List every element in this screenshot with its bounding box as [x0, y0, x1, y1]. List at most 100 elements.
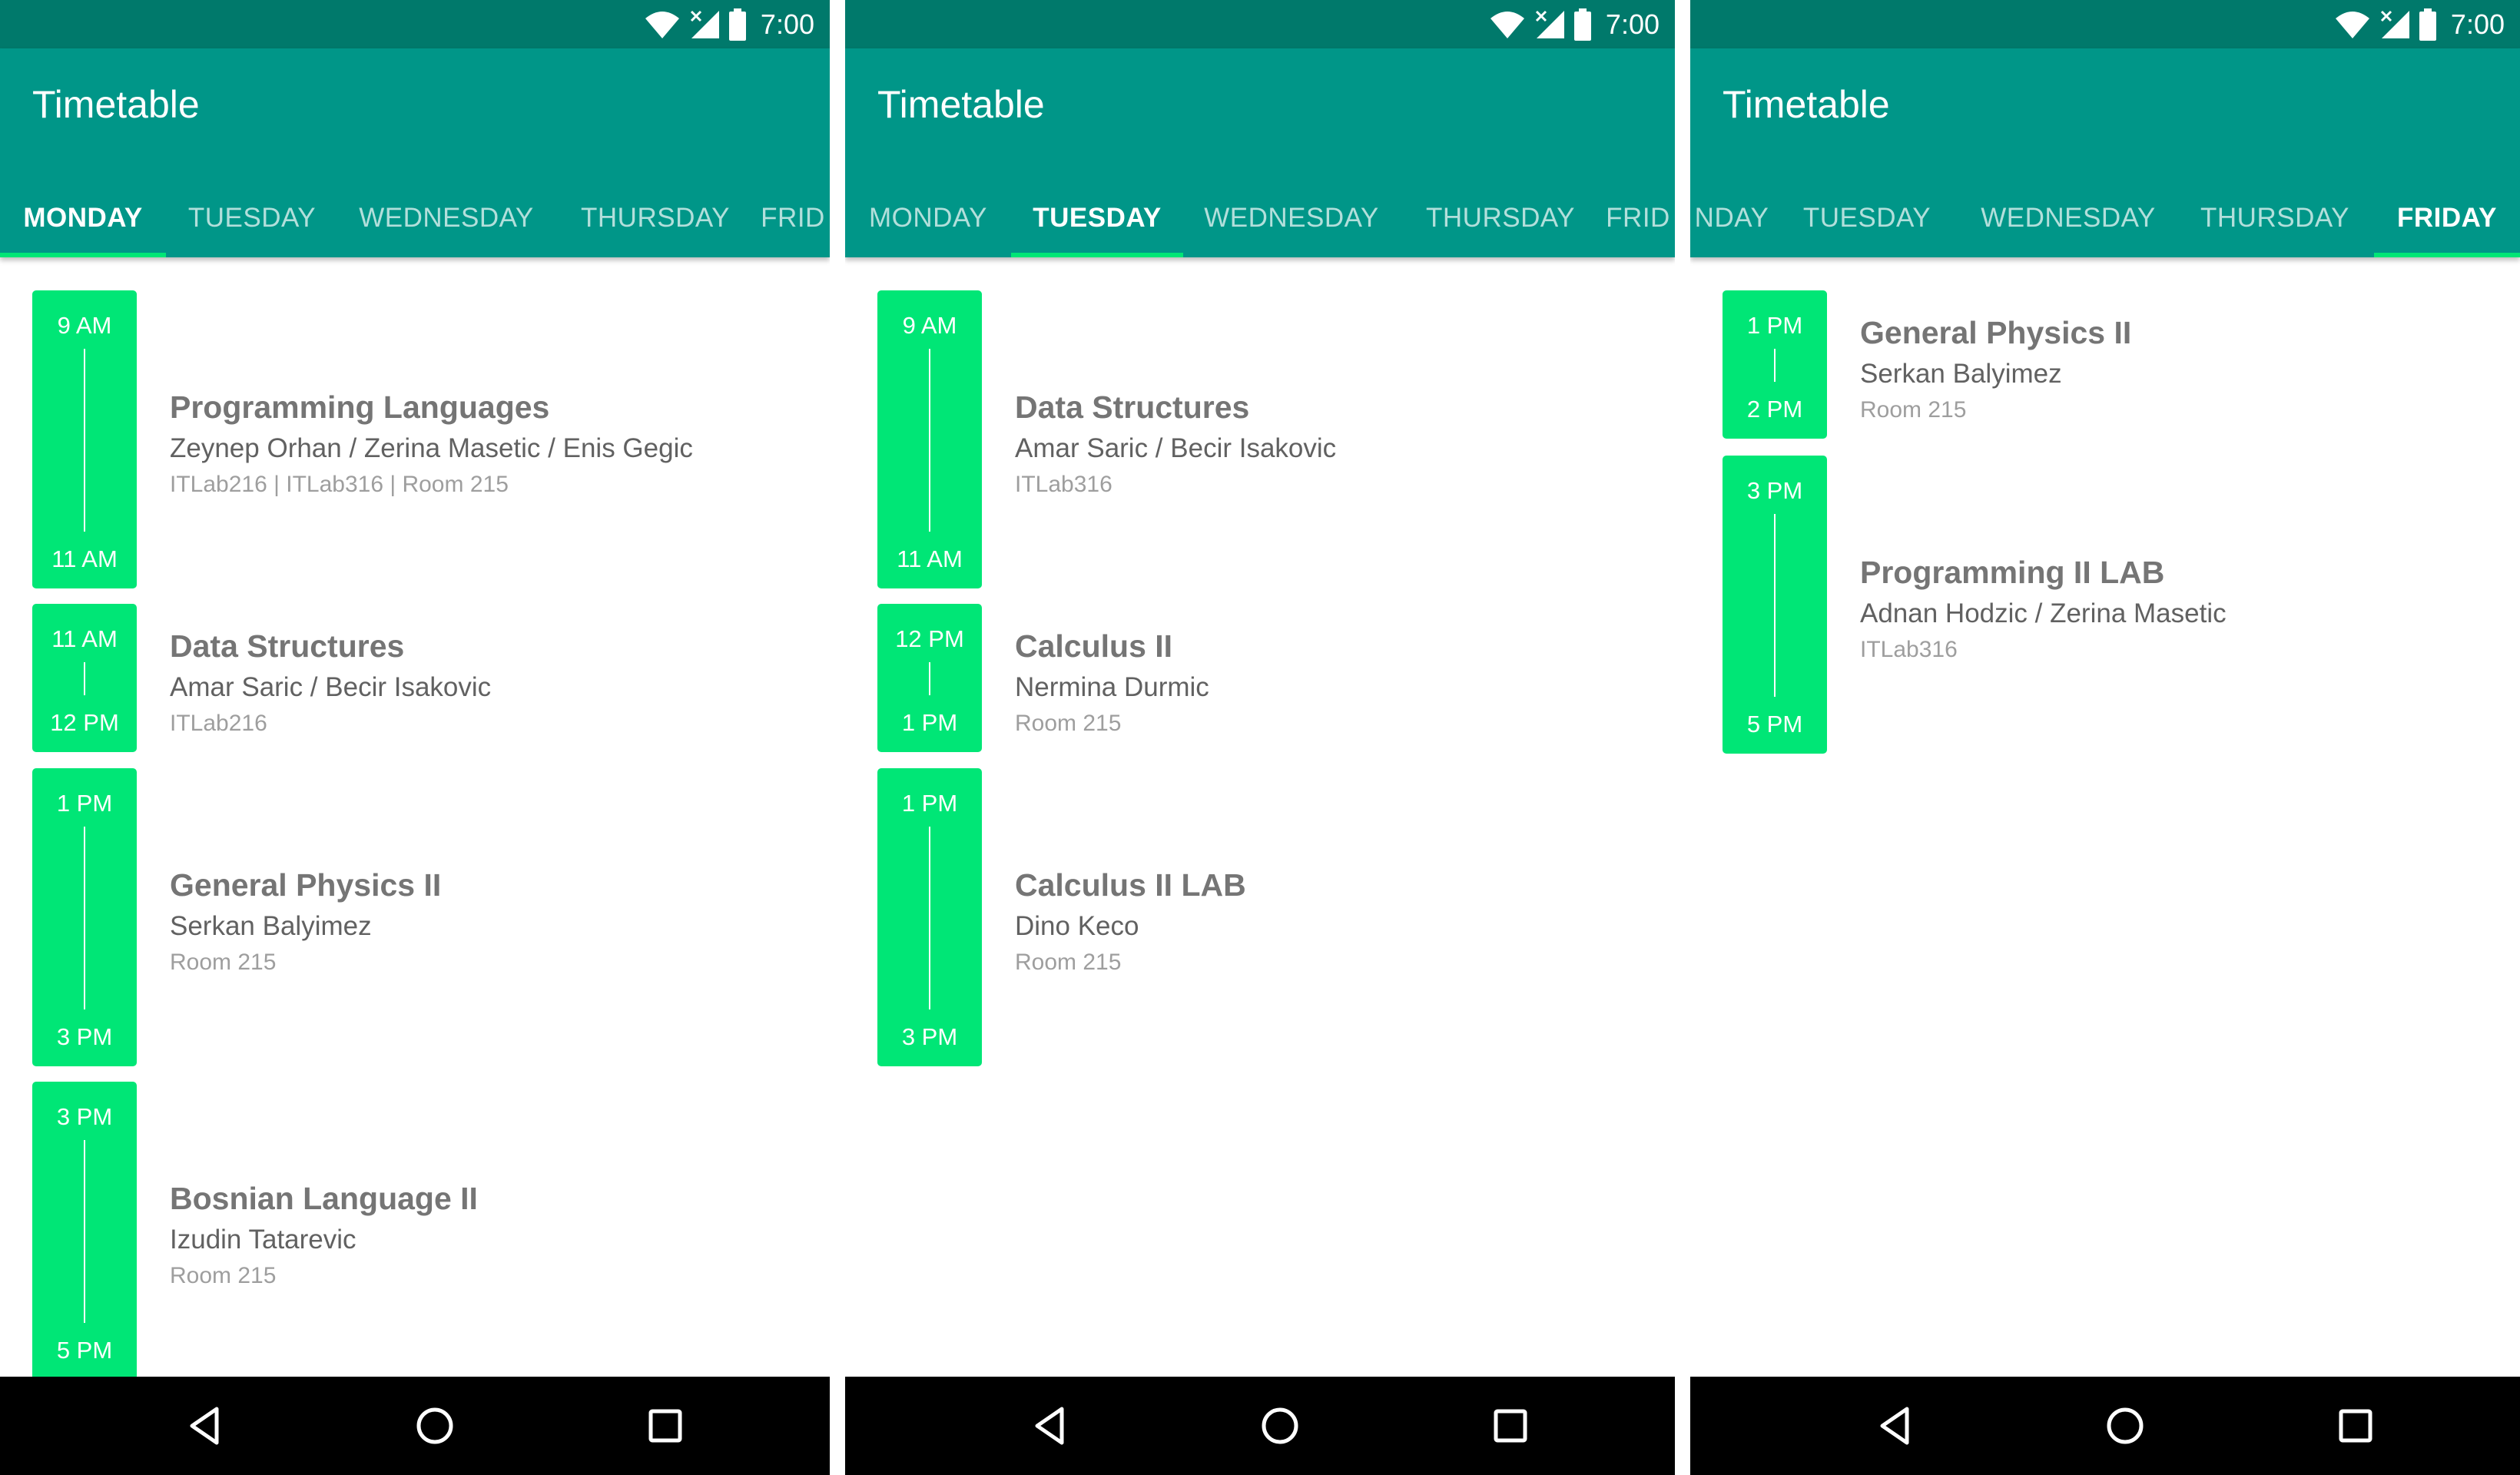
end-time: 11 AM: [897, 545, 963, 572]
lesson-room: Room 215: [1015, 710, 1122, 736]
lesson-item[interactable]: 9 AM 11 AM Data Structures Amar Saric / Bec…: [845, 290, 1675, 588]
phone-screen: 7:00 Timetable NDAY TUESDAY WEDNESDAY THURSDA…: [1690, 0, 2520, 1475]
screen-divider: [830, 0, 845, 1475]
tab-wednesday[interactable]: WEDNESDAY: [338, 179, 555, 257]
time-connector-line: [929, 662, 930, 695]
lesson-room: ITLab216: [170, 710, 267, 736]
back-icon[interactable]: [1876, 1405, 1913, 1447]
wifi-icon: [2335, 11, 2369, 38]
status-time: 7:00: [760, 8, 814, 40]
tab-tuesday[interactable]: TUESDAY: [1011, 179, 1183, 257]
time-range-block: 3 PM 5 PM: [32, 1082, 137, 1377]
recents-icon[interactable]: [2337, 1407, 2374, 1444]
start-time: 11 AM: [51, 625, 118, 652]
home-button[interactable]: [412, 1403, 458, 1449]
tab-tuesday[interactable]: TUESDAY: [1773, 179, 1961, 257]
tab-wednesday[interactable]: WEDNESDAY: [1183, 179, 1400, 257]
end-time: 3 PM: [56, 1023, 113, 1050]
tab-monday[interactable]: MONDAY: [845, 179, 1011, 257]
lesson-teachers: Adnan Hodzic / Zerina Masetic: [1860, 598, 2227, 628]
start-time: 1 PM: [56, 790, 113, 817]
tab-thursday[interactable]: THURSDAY: [2176, 179, 2374, 257]
lesson-teachers: Dino Keco: [1015, 911, 1139, 941]
back-icon[interactable]: [1031, 1405, 1068, 1447]
lesson-subject: General Physics II: [1860, 314, 2132, 350]
home-icon[interactable]: [2104, 1405, 2146, 1447]
lesson-room: Room 215: [1015, 950, 1122, 975]
lesson-item[interactable]: 3 PM 5 PM Programming II LAB Adnan Hodzic /…: [1690, 456, 2520, 754]
back-button[interactable]: [1026, 1403, 1073, 1449]
status-icons: 7:00: [1489, 0, 1660, 48]
back-button[interactable]: [181, 1403, 227, 1449]
time-range-block: 1 PM 2 PM: [1723, 290, 1827, 439]
tab-friday[interactable]: FRIDAY: [2374, 179, 2520, 257]
recents-button[interactable]: [1487, 1403, 1534, 1449]
lesson-subject: General Physics II: [170, 867, 442, 903]
lesson-info: Data Structures Amar Saric / Becir Isakov…: [170, 628, 491, 737]
lesson-room: ITLab316: [1015, 472, 1112, 497]
lesson-subject: Data Structures: [1015, 389, 1250, 425]
lesson-item[interactable]: 9 AM 11 AM Programming Languages Zeynep Orh…: [0, 290, 830, 588]
lesson-subject: Data Structures: [170, 628, 405, 664]
lesson-subject: Programming Languages: [170, 389, 550, 425]
start-time: 3 PM: [56, 1103, 113, 1130]
lesson-info: Calculus II Nermina Durmic Room 215: [1015, 628, 1209, 737]
app-bar: Timetable NDAY TUESDAY WEDNESDAY THURSDAY FRI…: [1690, 48, 2520, 257]
recents-icon[interactable]: [647, 1407, 684, 1444]
lesson-item[interactable]: 11 AM 12 PM Data Structures Amar Saric / Be…: [0, 604, 830, 752]
tab-thursday[interactable]: THURSDAY: [555, 179, 756, 257]
phone-screen: 7:00 Timetable MONDAY TUESDAY WEDNESDAY THURS…: [0, 0, 830, 1475]
navigation-bar: [0, 1377, 830, 1475]
lesson-item[interactable]: 12 PM 1 PM Calculus II Nermina Durmic Room 2…: [845, 604, 1675, 752]
lesson-item[interactable]: 1 PM 3 PM General Physics II Serkan Balyime…: [0, 768, 830, 1066]
time-range-block: 11 AM 12 PM: [32, 604, 137, 752]
lesson-room: Room 215: [170, 950, 277, 975]
home-button[interactable]: [1257, 1403, 1303, 1449]
tab-nday[interactable]: NDAY: [1690, 179, 1773, 257]
wifi-icon: [1490, 11, 1524, 38]
recents-icon[interactable]: [1492, 1407, 1529, 1444]
tab-wednesday[interactable]: WEDNESDAY: [1961, 179, 2176, 257]
start-time: 12 PM: [895, 625, 964, 652]
time-connector-line: [84, 349, 85, 532]
start-time: 3 PM: [1746, 477, 1803, 504]
lesson-subject: Bosnian Language II: [170, 1181, 478, 1216]
end-time: 3 PM: [901, 1023, 958, 1050]
time-range-block: 12 PM 1 PM: [877, 604, 982, 752]
start-time: 9 AM: [57, 312, 112, 339]
active-tab-indicator: [0, 253, 166, 257]
lesson-list: 1 PM 2 PM General Physics II Serkan Balyime…: [1690, 257, 2520, 1377]
battery-icon: [2419, 8, 2436, 41]
lesson-info: Programming Languages Zeynep Orhan / Zeri…: [170, 389, 693, 498]
start-time: 1 PM: [1746, 312, 1803, 339]
end-time: 2 PM: [1746, 396, 1803, 423]
recents-button[interactable]: [2333, 1403, 2379, 1449]
time-connector-line: [929, 349, 930, 532]
lesson-item[interactable]: 1 PM 3 PM Calculus II LAB Dino Keco Room 215: [845, 768, 1675, 1066]
time-connector-line: [1774, 514, 1776, 697]
lesson-teachers: Serkan Balyimez: [1860, 358, 2062, 389]
recents-button[interactable]: [642, 1403, 688, 1449]
time-range-block: 3 PM 5 PM: [1723, 456, 1827, 754]
home-icon[interactable]: [1259, 1405, 1301, 1447]
timetable-screens: 7:00 Timetable MONDAY TUESDAY WEDNESDAY THURS…: [0, 0, 2520, 1475]
back-button[interactable]: [1872, 1403, 1918, 1449]
status-time: 7:00: [2450, 8, 2505, 40]
tab-frid[interactable]: FRID: [756, 179, 830, 257]
battery-icon: [728, 8, 746, 41]
lesson-item[interactable]: 3 PM 5 PM Bosnian Language II Izudin Tatare…: [0, 1082, 830, 1377]
lesson-item[interactable]: 1 PM 2 PM General Physics II Serkan Balyime…: [1690, 290, 2520, 439]
lesson-room: ITLab316: [1860, 637, 1958, 662]
active-tab-indicator: [2374, 253, 2520, 257]
home-icon[interactable]: [414, 1405, 456, 1447]
back-icon[interactable]: [186, 1405, 223, 1447]
tab-tuesday[interactable]: TUESDAY: [166, 179, 338, 257]
tab-thursday[interactable]: THURSDAY: [1400, 179, 1601, 257]
tab-frid[interactable]: FRID: [1601, 179, 1675, 257]
start-time: 1 PM: [901, 790, 958, 817]
lesson-info: Calculus II LAB Dino Keco Room 215: [1015, 867, 1246, 976]
lesson-info: General Physics II Serkan Balyimez Room 21…: [170, 867, 441, 976]
home-button[interactable]: [2102, 1403, 2148, 1449]
phone-screen: 7:00 Timetable MONDAY TUESDAY WEDNESDAY THURS…: [845, 0, 1675, 1475]
tab-monday[interactable]: MONDAY: [0, 179, 166, 257]
